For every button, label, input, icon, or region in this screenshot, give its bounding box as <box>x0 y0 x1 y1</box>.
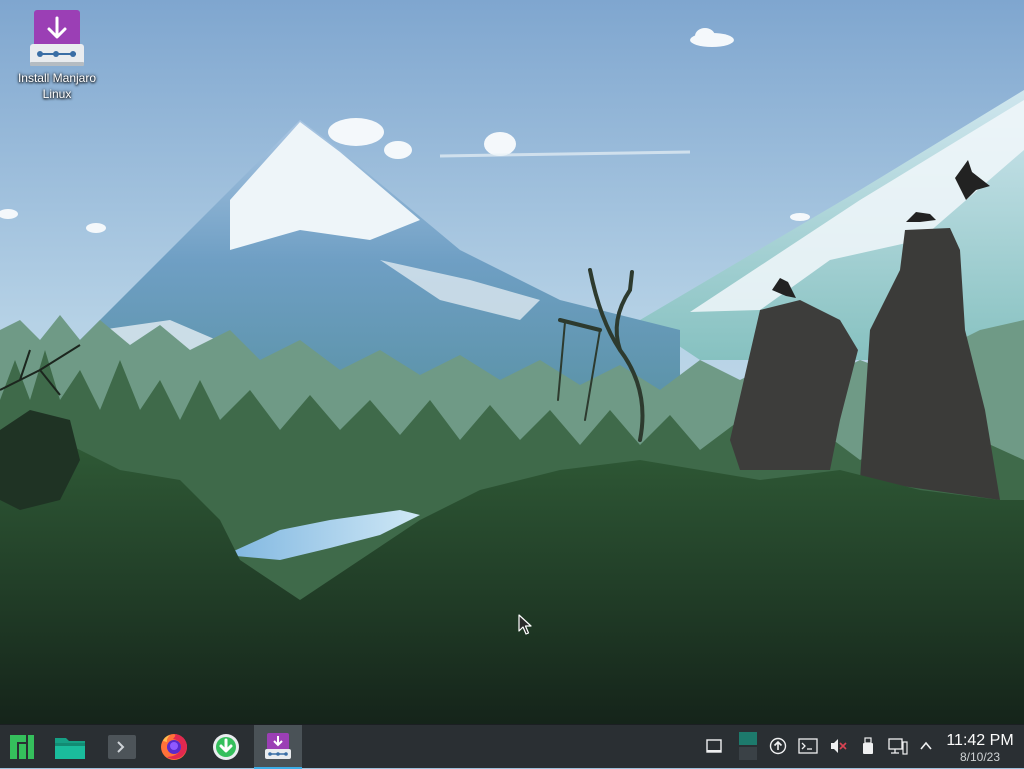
network-wired-icon <box>888 738 908 755</box>
manjaro-logo-icon <box>10 735 34 759</box>
clock-date: 8/10/23 <box>959 750 1001 764</box>
terminal-icon <box>108 735 136 759</box>
installer-download-icon <box>28 8 86 68</box>
volume-button[interactable] <box>827 735 849 757</box>
expand-system-tray-button[interactable] <box>915 735 937 757</box>
clock-time: 11:42 PM <box>946 732 1014 749</box>
update-notifier-icon <box>769 737 787 755</box>
virtual-desktop-pager[interactable] <box>737 731 759 761</box>
taskbar: 11:42 PM 8/10/23 <box>0 724 1024 769</box>
terminal-button[interactable] <box>100 725 144 769</box>
network-button[interactable] <box>887 735 909 757</box>
firefox-button[interactable] <box>152 725 196 769</box>
folder-icon <box>55 738 85 759</box>
expand-tray-icon <box>920 741 932 750</box>
mouse-cursor-icon <box>518 614 532 635</box>
virtual-desktop-pager-icon <box>739 732 757 760</box>
dropdown-terminal-button[interactable] <box>797 735 819 757</box>
install-manjaro-task[interactable] <box>254 725 302 769</box>
update-notifier-button[interactable] <box>767 735 789 757</box>
software-update-button[interactable] <box>204 725 248 769</box>
desktop-icon-install-manjaro[interactable]: Install Manjaro Linux <box>6 8 108 102</box>
download-arrow-icon <box>213 734 239 760</box>
show-desktop-icon <box>706 739 722 753</box>
application-launcher-button[interactable] <box>0 725 44 769</box>
installer-download-icon <box>265 733 291 759</box>
volume-muted-icon <box>831 739 847 753</box>
removable-devices-button[interactable] <box>857 735 879 757</box>
digital-clock[interactable]: 11:42 PM 8/10/23 <box>940 732 1020 764</box>
desktop-icon-label: Install Manjaro Linux <box>17 71 97 101</box>
show-desktop-button[interactable] <box>703 735 725 757</box>
file-manager-button[interactable] <box>48 725 92 769</box>
desktop-wallpaper <box>0 0 1024 724</box>
firefox-icon <box>161 734 187 760</box>
usb-device-icon <box>863 737 873 754</box>
terminal-dropdown-icon <box>798 738 818 754</box>
